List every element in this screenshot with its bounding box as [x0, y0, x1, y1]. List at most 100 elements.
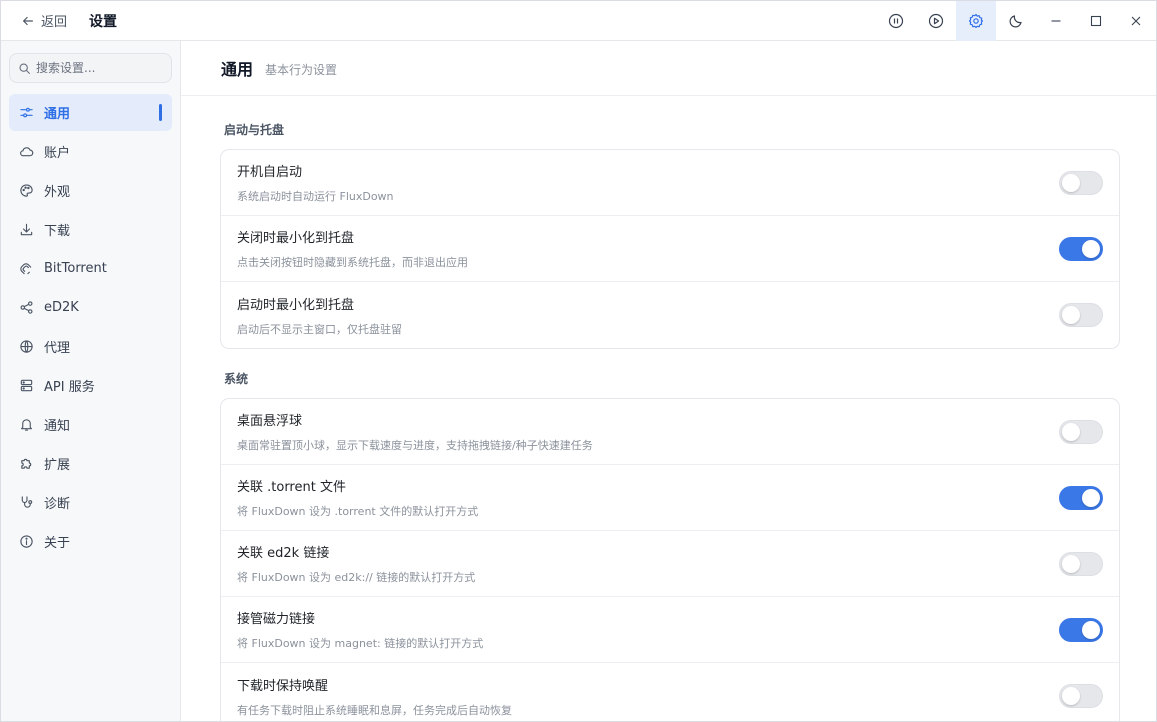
settings-card-system: 桌面悬浮球 桌面常驻置顶小球，显示下载速度与进度，支持拖拽链接/种子快速建任务 …	[220, 398, 1120, 721]
sidebar-item-ed2k[interactable]: eD2K	[9, 289, 172, 326]
setting-title: 接管磁力链接	[237, 612, 316, 627]
setting-row-floating-ball: 桌面悬浮球 桌面常驻置顶小球，显示下载速度与进度，支持拖拽链接/种子快速建任务	[221, 399, 1119, 465]
setting-row-torrent-association: 关联 .torrent 文件 将 FluxDown 设为 .torrent 文件…	[221, 465, 1119, 531]
setting-description: 将 FluxDown 设为 ed2k:// 链接的默认打开方式	[237, 571, 476, 584]
toggle-knob	[1062, 422, 1080, 441]
search-box[interactable]	[9, 53, 172, 83]
sidebar-item-label: 诊断	[44, 497, 71, 512]
toggle-knob	[1062, 687, 1080, 705]
setting-description: 将 FluxDown 设为 magnet: 链接的默认打开方式	[237, 637, 484, 650]
setting-title: 关闭时最小化到托盘	[237, 231, 355, 246]
setting-row-magnet-handler: 接管磁力链接 将 FluxDown 设为 magnet: 链接的默认打开方式	[221, 597, 1119, 663]
torrent-association-toggle[interactable]	[1059, 485, 1103, 510]
sidebar-item-label: 账户	[44, 146, 71, 161]
toggle-knob	[1082, 239, 1100, 258]
pause-all-button[interactable]	[876, 1, 916, 41]
setting-title: 关联 .torrent 文件	[237, 480, 346, 495]
puzzle-icon	[21, 458, 32, 469]
setting-title: 关联 ed2k 链接	[237, 546, 330, 561]
server-icon	[20, 379, 33, 392]
sidebar-item-diagnostics[interactable]: 诊断	[9, 484, 172, 521]
toggle-knob	[1082, 620, 1100, 639]
magnet-handler-toggle[interactable]	[1059, 617, 1103, 642]
sidebar-item-proxy[interactable]: 代理	[9, 328, 172, 365]
bittorrent-icon	[20, 263, 32, 275]
page-title: 设置	[89, 13, 118, 30]
setting-title: 开机自启动	[237, 165, 303, 180]
sidebar-item-label: BitTorrent	[44, 261, 107, 276]
setting-title: 下载时保持唤醒	[237, 678, 329, 694]
settings-card-startup-tray: 开机自启动 系统启动时自动运行 FluxDown 关闭时最小化到托盘 点击关闭按…	[220, 149, 1120, 349]
sidebar-item-api-service[interactable]: API 服务	[9, 367, 172, 404]
back-label: 返回	[41, 15, 68, 30]
toggle-knob	[1062, 306, 1080, 324]
close-icon	[1131, 16, 1141, 25]
minimize-icon	[1051, 19, 1061, 22]
sidebar-item-bittorrent[interactable]: BitTorrent	[9, 250, 172, 287]
ed2k-association-toggle[interactable]	[1059, 551, 1103, 576]
titlebar-controls	[876, 0, 1156, 41]
setting-description: 点击关闭按钮时隐藏到系统托盘，而非退出应用	[237, 256, 468, 269]
setting-title: 桌面悬浮球	[237, 414, 303, 429]
sidebar-item-label: API 服务	[44, 380, 95, 395]
globe-icon	[20, 340, 33, 353]
search-icon	[19, 62, 30, 74]
stethoscope-icon	[21, 496, 33, 508]
info-icon	[20, 535, 33, 548]
palette-icon	[20, 184, 33, 197]
close-button[interactable]	[1116, 1, 1156, 41]
sliders-icon	[20, 107, 33, 118]
minimize-button[interactable]	[1036, 1, 1076, 41]
main-header: 通用 基本行为设置	[181, 41, 1156, 96]
setting-row-close-to-tray: 关闭时最小化到托盘 点击关闭按钮时隐藏到系统托盘，而非退出应用	[221, 216, 1119, 282]
back-button[interactable]: 返回	[21, 11, 67, 30]
sidebar-item-extensions[interactable]: 扩展	[9, 445, 172, 482]
section-title-system: 系统	[224, 372, 249, 386]
setting-row-keep-awake: 下载时保持唤醒 有任务下载时阻止系统睡眠和息屏，任务完成后自动恢复	[221, 663, 1119, 721]
arrow-left-icon	[23, 16, 33, 25]
setting-row-autostart: 开机自启动 系统启动时自动运行 FluxDown	[221, 150, 1119, 216]
section-title-startup-tray: 启动与托盘	[224, 123, 285, 137]
toggle-knob	[1062, 554, 1080, 573]
sidebar-item-label: 通知	[44, 419, 71, 434]
floating-ball-toggle[interactable]	[1059, 419, 1103, 444]
start-minimized-toggle[interactable]	[1059, 303, 1103, 327]
section-page-subtitle: 基本行为设置	[265, 63, 338, 77]
toggle-knob	[1062, 173, 1080, 192]
setting-row-start-minimized: 启动时最小化到托盘 启动后不显示主窗口，仅托盘驻留	[221, 282, 1119, 348]
setting-description: 启动后不显示主窗口，仅托盘驻留	[237, 322, 402, 336]
autostart-toggle[interactable]	[1059, 170, 1103, 195]
search-input[interactable]	[36, 61, 166, 75]
sidebar: 通用 账户 外观 下载 BitTorrent eD2K	[1, 41, 181, 721]
sidebar-item-label: 下载	[44, 224, 71, 239]
download-icon	[20, 223, 33, 236]
sidebar-item-notifications[interactable]: 通知	[9, 406, 172, 443]
theme-toggle-button[interactable]	[996, 1, 1036, 41]
pause-circle-icon	[888, 13, 904, 28]
titlebar: 返回 设置	[1, 0, 1156, 41]
close-to-tray-toggle[interactable]	[1059, 236, 1103, 261]
sidebar-item-label: 代理	[44, 341, 71, 356]
resume-all-button[interactable]	[916, 1, 956, 41]
sidebar-item-about[interactable]: 关于	[9, 523, 172, 560]
settings-content: 启动与托盘 开机自启动 系统启动时自动运行 FluxDown 关闭时最小化到托盘…	[181, 121, 1156, 721]
sidebar-item-download[interactable]: 下载	[9, 211, 172, 248]
maximize-icon	[1090, 15, 1102, 26]
settings-button[interactable]	[956, 0, 996, 41]
moon-icon	[1009, 14, 1022, 27]
keep-awake-toggle[interactable]	[1059, 684, 1103, 708]
sidebar-item-label: 通用	[44, 107, 71, 122]
cloud-icon	[20, 147, 34, 157]
bell-icon	[20, 419, 33, 431]
sidebar-item-general[interactable]: 通用	[9, 94, 172, 131]
sidebar-item-label: eD2K	[44, 300, 79, 315]
main-panel: 通用 基本行为设置 启动与托盘 开机自启动 系统启动时自动运行 FluxDown	[181, 41, 1156, 721]
maximize-button[interactable]	[1076, 1, 1116, 41]
sidebar-item-account[interactable]: 账户	[9, 133, 172, 170]
toggle-knob	[1082, 488, 1100, 507]
setting-description: 桌面常驻置顶小球，显示下载速度与进度，支持拖拽链接/种子快速建任务	[237, 439, 593, 452]
gear-icon	[968, 13, 984, 28]
setting-description: 系统启动时自动运行 FluxDown	[237, 190, 394, 203]
play-circle-icon	[928, 13, 944, 28]
sidebar-item-appearance[interactable]: 外观	[9, 172, 172, 209]
